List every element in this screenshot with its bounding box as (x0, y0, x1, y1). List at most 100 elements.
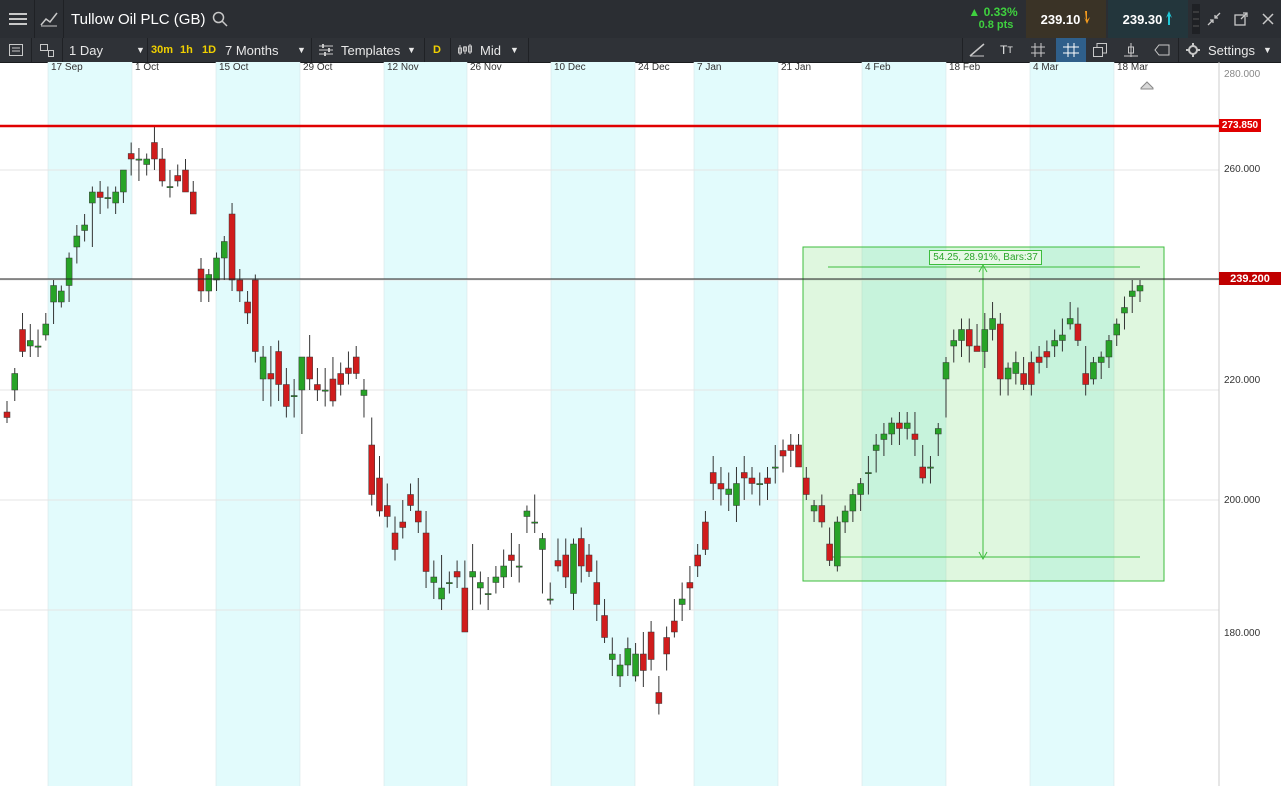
candle-body (461, 587, 469, 633)
candle-body (709, 472, 717, 484)
range-select[interactable]: 7 Months (225, 38, 278, 62)
interval-dropdown-icon[interactable]: ▼ (136, 38, 145, 62)
chart-toolbar: 1 Day ▼ 30m 1h 1D 7 Months ▼ Templates ▼… (0, 38, 1281, 63)
candle-body (65, 257, 73, 286)
chart-type-icon[interactable] (40, 0, 58, 38)
candle-body (1090, 362, 1097, 380)
date-label: 4 Feb (865, 62, 891, 73)
close-icon[interactable] (1262, 0, 1274, 38)
candle-body (772, 466, 779, 469)
interval-1h-button[interactable]: 1h (180, 38, 193, 62)
candle-body (1020, 373, 1027, 385)
interval-select[interactable]: 1 Day (69, 38, 103, 62)
date-band (384, 62, 467, 786)
templates-dropdown-icon[interactable]: ▼ (407, 38, 416, 62)
candle-body (1136, 285, 1144, 292)
candle-body (477, 582, 484, 589)
price-chart[interactable] (0, 62, 1281, 786)
draw-line-icon[interactable] (969, 38, 985, 62)
candle-body (671, 620, 678, 633)
candle-body (166, 186, 174, 188)
candle-body (934, 428, 942, 435)
settings-dropdown-icon[interactable]: ▼ (1263, 38, 1272, 62)
candle-body (314, 384, 321, 391)
arrow-up-icon (1165, 10, 1173, 28)
sell-price: 239.10 (1040, 11, 1081, 27)
templates-button[interactable]: Templates (341, 38, 400, 62)
candle-body (1043, 351, 1051, 358)
candle-body (888, 422, 895, 435)
grid-icon[interactable] (1031, 38, 1045, 62)
date-label: 24 Dec (638, 62, 670, 73)
candle-body (919, 466, 926, 479)
candle-body (104, 197, 112, 199)
candle-body (236, 279, 244, 292)
candle-body (422, 532, 430, 572)
gear-icon[interactable] (1186, 38, 1200, 62)
price-type-dropdown-icon[interactable]: ▼ (510, 38, 519, 62)
candle-body (306, 356, 313, 380)
layout-icon[interactable] (40, 38, 54, 62)
candle-body (135, 158, 143, 161)
candle-body (686, 582, 694, 589)
search-icon[interactable] (212, 0, 228, 38)
candle-body (283, 384, 290, 407)
candle-body (578, 538, 585, 567)
crosshair-grid-icon[interactable] (1056, 38, 1086, 62)
drag-handle-icon[interactable] (1191, 0, 1201, 38)
candle-body (345, 367, 352, 374)
candle-body (81, 224, 88, 231)
popout-icon[interactable] (1234, 0, 1248, 38)
candle-body (352, 356, 360, 374)
candle-body (73, 235, 81, 248)
candle-body (189, 191, 197, 215)
date-band (551, 62, 635, 786)
candle-body (508, 554, 515, 561)
date-label: 12 Nov (387, 62, 419, 73)
candle-body (593, 582, 601, 605)
date-label: 10 Dec (554, 62, 586, 73)
list-icon[interactable] (9, 38, 23, 62)
templates-icon[interactable] (319, 38, 333, 62)
candle-body (453, 571, 461, 578)
candle-body (213, 257, 220, 281)
buy-button[interactable]: 239.30 (1108, 0, 1188, 38)
candle-body (609, 653, 616, 660)
d-badge[interactable]: D (433, 38, 441, 62)
candle-body (151, 142, 158, 160)
measure-label: 54.25, 28.91%, Bars:37 (929, 250, 1042, 265)
candle-body (787, 444, 795, 451)
interval-1d-button[interactable]: 1D (202, 38, 216, 62)
candle-body (834, 521, 841, 567)
candle-body (275, 351, 282, 385)
price-type-select[interactable]: Mid (480, 38, 501, 62)
candle-body (678, 598, 686, 605)
tag-icon[interactable] (1154, 38, 1170, 62)
text-tool-icon[interactable]: TT (1000, 38, 1013, 62)
menu-icon[interactable] (9, 0, 27, 38)
candle-body (872, 444, 880, 451)
date-band (216, 62, 300, 786)
copy-icon[interactable] (1093, 38, 1107, 62)
candle-body (11, 373, 19, 391)
candle-body (1082, 373, 1089, 385)
candle-body (391, 532, 399, 550)
range-dropdown-icon[interactable]: ▼ (297, 38, 306, 62)
collapse-icon[interactable] (1207, 0, 1221, 38)
date-label: 18 Feb (949, 62, 981, 73)
price-type-icon[interactable] (458, 38, 472, 62)
date-label: 7 Jan (697, 62, 722, 73)
settings-button[interactable]: Settings (1208, 38, 1255, 62)
candle-body (655, 692, 663, 704)
candle-body (624, 648, 632, 666)
change-indicator: ▲ 0.33% 0.8 pts (962, 0, 1024, 38)
indicator-icon[interactable] (1124, 38, 1138, 62)
interval-30m-button[interactable]: 30m (151, 38, 173, 62)
candle-body (632, 653, 639, 677)
candle-body (197, 268, 205, 292)
candle-body (182, 169, 189, 193)
instrument-title[interactable]: Tullow Oil PLC (GB) (71, 0, 205, 38)
candle-body (376, 477, 383, 512)
candle-body (748, 477, 756, 484)
sell-button[interactable]: 239.10 (1026, 0, 1106, 38)
